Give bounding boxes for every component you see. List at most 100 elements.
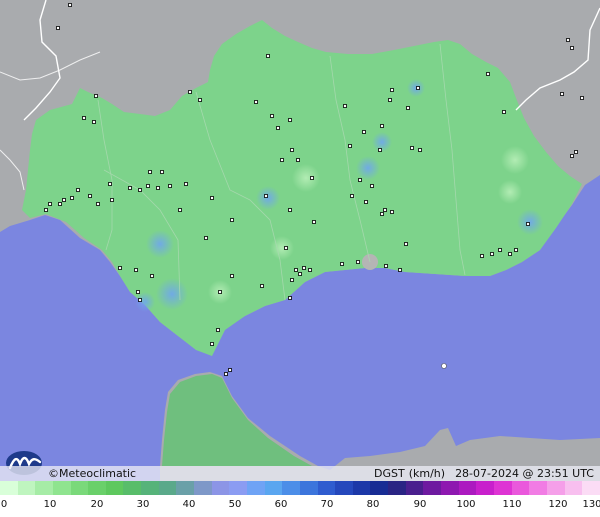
station-marker: [146, 184, 150, 188]
variable-label: DGST: [374, 467, 405, 480]
legend-tick: 120: [548, 499, 568, 510]
station-marker: [184, 182, 188, 186]
legend-swatch: [546, 481, 565, 495]
station-marker: [264, 194, 268, 198]
legend-swatch: [35, 481, 53, 495]
station-marker: [388, 98, 392, 102]
station-marker: [308, 268, 312, 272]
legend-tick: 130: [582, 499, 600, 510]
station-marker: [136, 290, 140, 294]
legend-swatch: [194, 481, 212, 495]
product-info: DGST (km/h) 28-07-2024 @ 23:51 UTC: [370, 466, 594, 481]
station-marker: [294, 268, 298, 272]
station-marker: [390, 88, 394, 92]
station-marker: [188, 90, 192, 94]
legend-swatch: [511, 481, 530, 495]
legend-swatch: [405, 481, 424, 495]
station-marker: [138, 298, 142, 302]
legend-swatch: [52, 481, 71, 495]
station-marker: [224, 372, 228, 376]
station-marker: [70, 196, 74, 200]
legend-swatch: [264, 481, 283, 495]
station-marker: [284, 246, 288, 250]
legend-tick: 0: [0, 499, 8, 510]
station-marker: [410, 146, 414, 150]
station-marker: [148, 170, 152, 174]
station-marker: [364, 200, 368, 204]
legend-tick: 100: [456, 499, 476, 510]
station-marker: [266, 54, 270, 58]
station-marker: [156, 186, 160, 190]
station-marker: [118, 266, 122, 270]
station-marker: [378, 148, 382, 152]
station-marker: [128, 186, 132, 190]
map-footer: ©Meteoclimatic DGST (km/h) 28-07-2024 @ 23…: [0, 466, 600, 481]
legend-swatch: [529, 481, 547, 495]
station-marker: [498, 248, 502, 252]
legend-ticks: 0 10 20 30 40 50 60 70 80 90 100 110 120 130: [0, 499, 600, 513]
station-marker: [92, 120, 96, 124]
legend-swatch: [246, 481, 265, 495]
map-viewport: ©Meteoclimatic DGST (km/h) 28-07-2024 @ 23…: [0, 0, 600, 517]
station-marker: [138, 188, 142, 192]
station-marker: [230, 218, 234, 222]
station-marker: [288, 208, 292, 212]
station-marker: [198, 98, 202, 102]
legend-swatch: [441, 481, 459, 495]
station-marker: [218, 290, 222, 294]
station-marker: [96, 202, 100, 206]
station-marker: [62, 198, 66, 202]
station-marker: [68, 3, 72, 7]
legend-tick: 50: [228, 499, 242, 510]
legend-swatch: [88, 481, 106, 495]
station-marker: [348, 144, 352, 148]
station-marker: [526, 222, 530, 226]
station-marker: [210, 342, 214, 346]
station-marker: [384, 264, 388, 268]
legend-color-bar: [0, 481, 600, 495]
station-marker: [228, 368, 232, 372]
legend-swatch: [317, 481, 336, 495]
legend-swatch: [476, 481, 494, 495]
station-marker: [108, 182, 112, 186]
station-marker: [350, 194, 354, 198]
station-marker: [260, 284, 264, 288]
station-marker: [502, 110, 506, 114]
legend-swatch: [229, 481, 247, 495]
station-marker: [298, 272, 302, 276]
legend-swatch: [299, 481, 318, 495]
legend-swatch: [70, 481, 89, 495]
station-marker: [56, 26, 60, 30]
station-marker: [418, 148, 422, 152]
datetime-label: 28-07-2024 @ 23:51 UTC: [455, 467, 594, 480]
station-marker: [302, 266, 306, 270]
legend-swatch: [458, 481, 477, 495]
legend-tick: 30: [136, 499, 150, 510]
wind-gust-map: [0, 0, 600, 481]
station-marker: [404, 242, 408, 246]
station-marker: [310, 176, 314, 180]
station-marker: [383, 208, 387, 212]
station-marker: [574, 150, 578, 154]
station-marker: [76, 188, 80, 192]
station-marker: [216, 328, 220, 332]
brand-label: ©Meteoclimatic: [48, 467, 137, 480]
legend-tick: 20: [90, 499, 104, 510]
station-marker: [356, 260, 360, 264]
legend-tick: 110: [502, 499, 522, 510]
station-marker: [270, 114, 274, 118]
legend-swatch: [158, 481, 177, 495]
station-marker: [390, 210, 394, 214]
station-marker: [204, 236, 208, 240]
legend-swatch: [211, 481, 230, 495]
station-marker: [276, 126, 280, 130]
legend-tick: 40: [182, 499, 196, 510]
sea-buoy-marker: [441, 363, 447, 369]
legend-swatch: [123, 481, 142, 495]
legend-tick: 10: [43, 499, 57, 510]
station-marker: [288, 118, 292, 122]
station-marker: [380, 124, 384, 128]
station-marker: [406, 106, 410, 110]
station-marker: [362, 130, 366, 134]
station-marker: [168, 184, 172, 188]
